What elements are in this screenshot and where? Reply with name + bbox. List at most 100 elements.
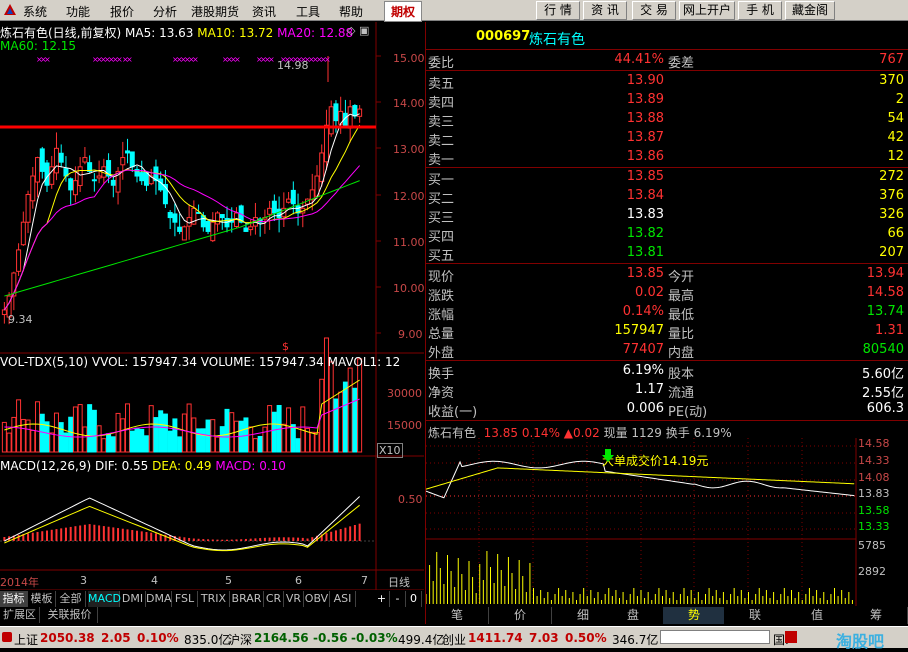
stock-name: 炼石有色 (529, 32, 585, 48)
ask-row[interactable]: 卖五 13.90 370 (428, 72, 906, 92)
ask-row[interactable]: 卖一 13.86 12 (428, 148, 906, 168)
ask-row[interactable]: 卖三 13.88 54 (428, 110, 906, 130)
idx1-name[interactable]: 上证 (14, 631, 38, 648)
vol-title: VOL-TDX(5,10) (0, 355, 89, 369)
candle-body (1, 309, 7, 316)
btn-info[interactable]: 资 讯 (583, 1, 627, 20)
bid-volume: 376 (879, 188, 904, 203)
stat-label: 最高 (668, 289, 695, 304)
btn-cangjinge[interactable]: 藏金阁 (785, 1, 835, 20)
idx3-name[interactable]: 创业 (442, 631, 466, 648)
tab-dmi[interactable]: DMI (120, 591, 146, 607)
volume-bar (186, 403, 192, 453)
idx2-amount: 499.4亿 (398, 633, 445, 647)
menu-options[interactable]: 期权 (384, 1, 423, 22)
low-label: 9.34 (8, 313, 33, 326)
volume-bar (106, 433, 112, 453)
stat-value: 80540 (862, 342, 904, 357)
rtab-book[interactable]: 盘 (602, 607, 665, 624)
menu-help[interactable]: 帮助 (339, 3, 363, 20)
volume-bar (134, 427, 140, 453)
idx2-change: -0.56 (313, 631, 348, 645)
tab-plus-button[interactable]: + (374, 591, 390, 607)
tab-trix[interactable]: TRIX (198, 591, 230, 607)
rtab-chips[interactable]: 筹 (845, 607, 908, 624)
tab-template[interactable]: 模板 (28, 591, 56, 607)
menu-tools[interactable]: 工具 (296, 3, 320, 20)
candle-body (271, 200, 277, 214)
tab-asi[interactable]: ASI (330, 591, 356, 607)
bid-price: 13.85 (626, 169, 664, 184)
weicha-value: 767 (879, 52, 904, 67)
idx3-value: 1411.74 (468, 631, 523, 645)
btn-open-account[interactable]: 网上开户 (679, 1, 735, 20)
btn-trade[interactable]: 交 易 (632, 1, 676, 20)
vol-unit: X10 (377, 443, 403, 458)
tab-macd[interactable]: MACD (88, 591, 121, 607)
menu-functions[interactable]: 功能 (66, 3, 90, 20)
ask-volume: 12 (887, 149, 904, 164)
ask-row[interactable]: 卖二 13.87 42 (428, 129, 906, 149)
tab-obv[interactable]: OBV (304, 591, 330, 607)
rtab-price[interactable]: 价 (489, 607, 552, 624)
ask-row[interactable]: 卖四 13.89 2 (428, 91, 906, 111)
tab-extension[interactable]: 扩展区 (0, 607, 40, 623)
kline-chart-svg[interactable]: ××× ××××××× ×× ×××××× ×××× ×××× ×××××××××××× (0, 22, 424, 590)
btn-mobile[interactable]: 手 机 (738, 1, 782, 20)
candle-body (39, 148, 45, 172)
menu-quotes[interactable]: 报价 (110, 3, 134, 20)
stat-value: 0.02 (635, 285, 664, 300)
bid-label: 买二 (428, 192, 455, 207)
rtab-trades[interactable]: 笔 (426, 607, 489, 624)
tab-all[interactable]: 全部 (56, 591, 86, 607)
period-label[interactable]: 日线 (388, 574, 410, 590)
btn-market[interactable]: 行 情 (536, 1, 580, 20)
volume-bar (129, 430, 135, 453)
scroll-ticker[interactable] (660, 630, 770, 644)
rtab-trend[interactable]: 势 (663, 607, 726, 624)
stat-value: 606.3 (866, 401, 904, 416)
stat-label: 流通 (668, 386, 695, 401)
intraday-avg-line (426, 467, 855, 490)
tab-dma[interactable]: DMA (146, 591, 172, 607)
tab-brar[interactable]: BRAR (230, 591, 264, 607)
bid-row[interactable]: 买二 13.84 376 (428, 187, 906, 207)
intra-tick-3: 14.08 (858, 471, 890, 484)
candle-body (82, 157, 88, 163)
date-2014: 2014年 (0, 576, 39, 589)
idx2-pct: -0.03% (351, 631, 398, 645)
menu-hk-futures[interactable]: 港股期货 (191, 3, 239, 20)
ask-price: 13.87 (626, 130, 664, 145)
dif-value: DIF: 0.55 (94, 459, 149, 473)
volume-bar (167, 430, 173, 453)
menu-news[interactable]: 资讯 (252, 3, 276, 20)
stat-label: 最低 (668, 308, 695, 323)
candle-body (129, 151, 135, 168)
stat-value: 13.85 (626, 266, 664, 281)
tab-zero-button[interactable]: 0 (406, 591, 422, 607)
tab-vr[interactable]: VR (284, 591, 304, 607)
idx2-name[interactable]: 沪深 (228, 631, 252, 648)
intra-tick-5: 13.58 (858, 504, 890, 517)
rtab-value[interactable]: 值 (786, 607, 849, 624)
tab-minus-button[interactable]: - (390, 591, 406, 607)
menu-system[interactable]: 系统 (23, 3, 47, 20)
rtab-linked[interactable]: 联 (724, 607, 787, 624)
tab-indicator[interactable]: 指标 (0, 591, 28, 607)
volume-bar (39, 413, 45, 453)
bid-row[interactable]: 买一 13.85 272 (428, 168, 906, 188)
bid-row[interactable]: 买四 13.82 66 (428, 225, 906, 245)
candle-body (319, 152, 325, 183)
tab-fsl[interactable]: FSL (172, 591, 198, 607)
bid-row[interactable]: 买三 13.83 326 (428, 206, 906, 226)
vvol-value: VVOL: 157947.34 (91, 355, 197, 369)
market-status-icon (2, 632, 12, 642)
bid-volume: 66 (887, 226, 904, 241)
candle-body (177, 226, 183, 232)
volume-bar (82, 426, 88, 453)
menu-analysis[interactable]: 分析 (153, 3, 177, 20)
bid-row[interactable]: 买五 13.81 207 (428, 244, 906, 264)
tab-cr[interactable]: CR (264, 591, 284, 607)
tab-related-quotes[interactable]: 关联报价 (42, 607, 98, 623)
alert-icon[interactable] (785, 631, 797, 643)
